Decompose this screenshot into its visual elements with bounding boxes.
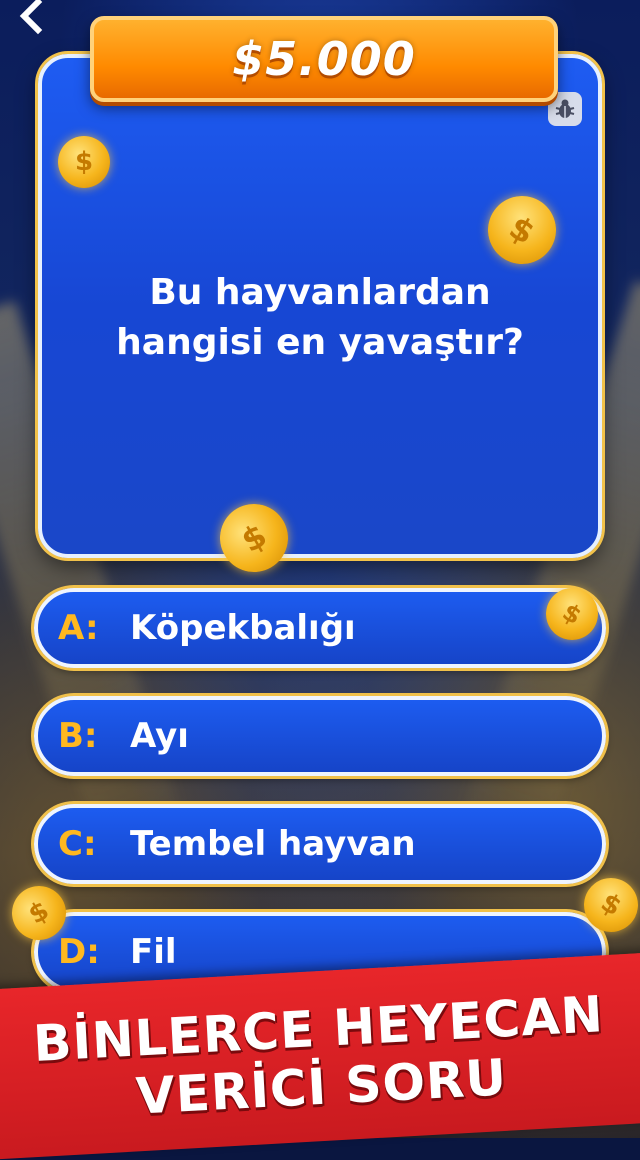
prize-banner: $5.000 bbox=[90, 16, 558, 102]
dollar-coin-icon: $ bbox=[58, 136, 110, 188]
question-card: Bu hayvanlardan hangisi en yavaştır? bbox=[38, 54, 602, 558]
back-arrow-icon bbox=[19, 0, 43, 35]
answer-option-c[interactable]: C: Tembel hayvan bbox=[34, 804, 606, 884]
bug-icon bbox=[555, 99, 575, 118]
question-text: Bu hayvanlardan hangisi en yavaştır? bbox=[116, 272, 524, 363]
answer-text: Fil bbox=[130, 932, 177, 972]
back-button[interactable] bbox=[14, 0, 50, 40]
answer-text: Tembel hayvan bbox=[130, 824, 416, 864]
answer-option-a[interactable]: A: Köpekbalığı bbox=[34, 588, 606, 668]
answer-text: Köpekbalığı bbox=[130, 608, 356, 648]
answer-text: Ayı bbox=[130, 716, 189, 756]
answer-letter: B: bbox=[58, 716, 98, 756]
answer-letter: A: bbox=[58, 608, 99, 648]
answer-option-b[interactable]: B: Ayı bbox=[34, 696, 606, 776]
answer-letter: C: bbox=[58, 824, 97, 864]
answer-letter: D: bbox=[58, 932, 100, 972]
prize-amount: $5.000 bbox=[232, 32, 416, 86]
